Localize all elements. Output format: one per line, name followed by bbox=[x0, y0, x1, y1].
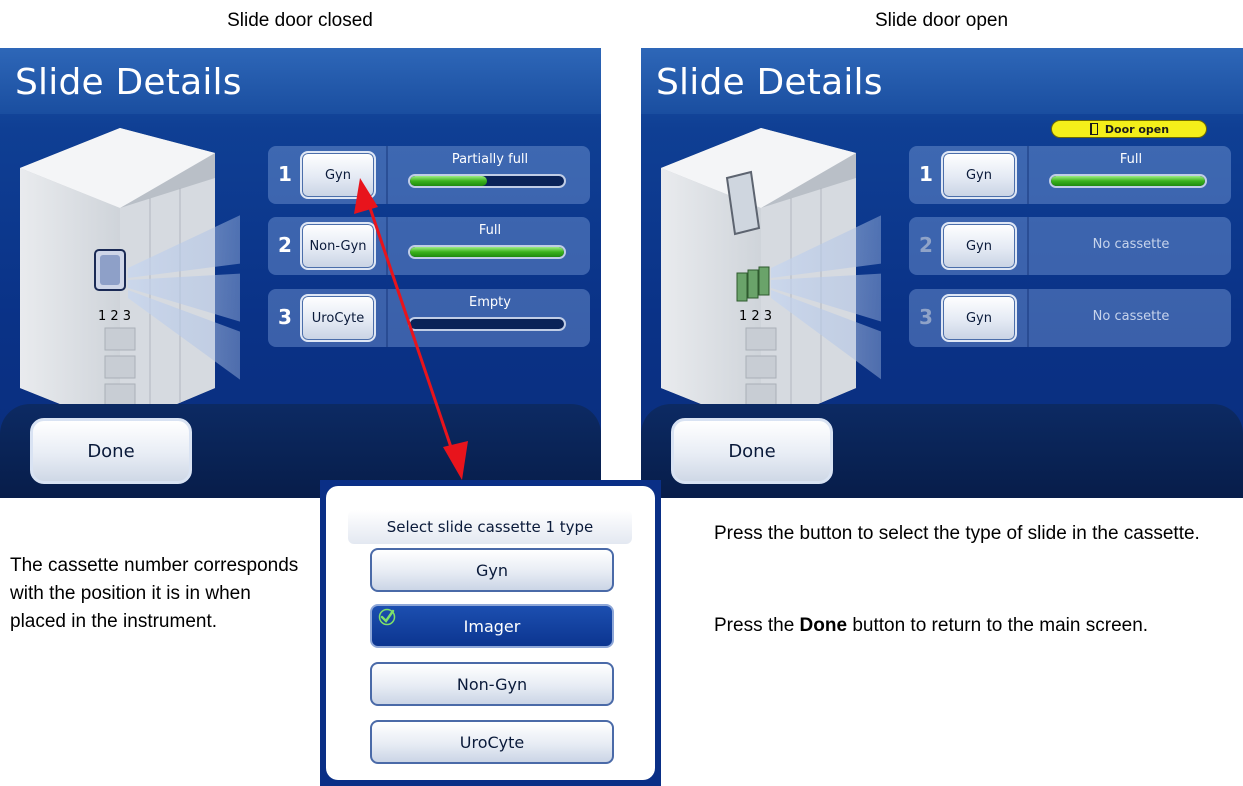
cassette-2-status: Full bbox=[478, 223, 502, 238]
cassette-number: 1 bbox=[919, 162, 933, 186]
cassette-2-type-button[interactable]: Gyn bbox=[941, 222, 1017, 270]
cassette-1-fill-bar bbox=[408, 174, 566, 188]
option-gyn[interactable]: Gyn bbox=[370, 548, 614, 592]
instrument-illustration: 1 2 3 bbox=[20, 128, 240, 428]
cassette-3-type-button[interactable]: Gyn bbox=[941, 294, 1017, 342]
caption-door-closed: Slide door closed bbox=[227, 10, 373, 31]
cassette-3-status: No cassette bbox=[1092, 309, 1170, 324]
cassette-position-labels: 1 2 3 bbox=[739, 309, 772, 324]
cassette-1-status: Full bbox=[1119, 152, 1143, 167]
cassette-1-type-button[interactable]: Gyn bbox=[941, 151, 1017, 199]
cassette-number: 2 bbox=[919, 233, 933, 257]
door-icon bbox=[1089, 123, 1098, 135]
cassette-position-labels: 1 2 3 bbox=[98, 309, 131, 324]
popup-title: Select slide cassette 1 type bbox=[348, 510, 632, 544]
slide-details-screen-closed: Slide Details 1 2 3 1 Gyn Partially full bbox=[0, 48, 601, 498]
option-urocyte[interactable]: UroCyte bbox=[370, 720, 614, 764]
screen-title: Slide Details bbox=[656, 62, 883, 103]
note-prefix: Press the bbox=[714, 615, 800, 636]
cassette-type-popup: Select slide cassette 1 type Gyn Imager … bbox=[320, 480, 661, 786]
cassette-3-type-button[interactable]: UroCyte bbox=[300, 294, 376, 342]
fill bbox=[1051, 176, 1205, 186]
cassette-1-type-button[interactable]: Gyn bbox=[300, 151, 376, 199]
cassette-row-1: 1 Gyn Partially full bbox=[268, 146, 590, 204]
note-done-button: Press the Done button to return to the m… bbox=[714, 612, 1214, 640]
popup-panel: Select slide cassette 1 type Gyn Imager … bbox=[326, 486, 655, 780]
screen-title: Slide Details bbox=[15, 62, 242, 103]
instrument-illustration: 1 2 3 bbox=[661, 128, 881, 428]
cassette-2-status: No cassette bbox=[1092, 237, 1170, 252]
caption-door-open: Slide door open bbox=[874, 10, 1009, 31]
check-icon bbox=[378, 608, 396, 626]
cassette-number: 3 bbox=[278, 305, 292, 329]
cassette-3-fill-bar bbox=[408, 317, 566, 331]
option-imager-label: Imager bbox=[463, 616, 521, 636]
cassette-2-fill-bar bbox=[408, 245, 566, 259]
note-select-type: Press the button to select the type of s… bbox=[714, 523, 1200, 544]
cassette-1-status: Partially full bbox=[451, 152, 529, 167]
cassette-row-1: 1 Gyn Full bbox=[909, 146, 1231, 204]
note-bold-done: Done bbox=[799, 615, 848, 636]
note-suffix: button to return to the main screen. bbox=[847, 615, 1149, 636]
cassette-row-2: 2 Non-Gyn Full bbox=[268, 217, 590, 275]
option-non-gyn[interactable]: Non-Gyn bbox=[370, 662, 614, 706]
cassette-number: 2 bbox=[278, 233, 292, 257]
done-button[interactable]: Done bbox=[30, 418, 192, 484]
door-open-badge: Door open bbox=[1051, 120, 1207, 138]
cassette-row-3: 3 UroCyte Empty bbox=[268, 289, 590, 347]
cassette-1-fill-bar bbox=[1049, 174, 1207, 188]
door-badge-label: Door open bbox=[1104, 122, 1170, 136]
fill bbox=[410, 247, 564, 257]
slide-details-screen-open: Slide Details Door open 1 2 3 1 Gyn Full… bbox=[641, 48, 1243, 498]
fill bbox=[410, 176, 487, 186]
cassette-number: 3 bbox=[919, 305, 933, 329]
option-imager[interactable]: Imager bbox=[370, 604, 614, 648]
cassette-number: 1 bbox=[278, 162, 292, 186]
cassette-2-type-button[interactable]: Non-Gyn bbox=[300, 222, 376, 270]
done-button[interactable]: Done bbox=[671, 418, 833, 484]
cassette-row-3: 3 Gyn No cassette bbox=[909, 289, 1231, 347]
cassette-3-status: Empty bbox=[469, 295, 511, 310]
note-cassette-number: The cassette number corresponds with the… bbox=[10, 555, 299, 632]
cassette-row-2: 2 Gyn No cassette bbox=[909, 217, 1231, 275]
